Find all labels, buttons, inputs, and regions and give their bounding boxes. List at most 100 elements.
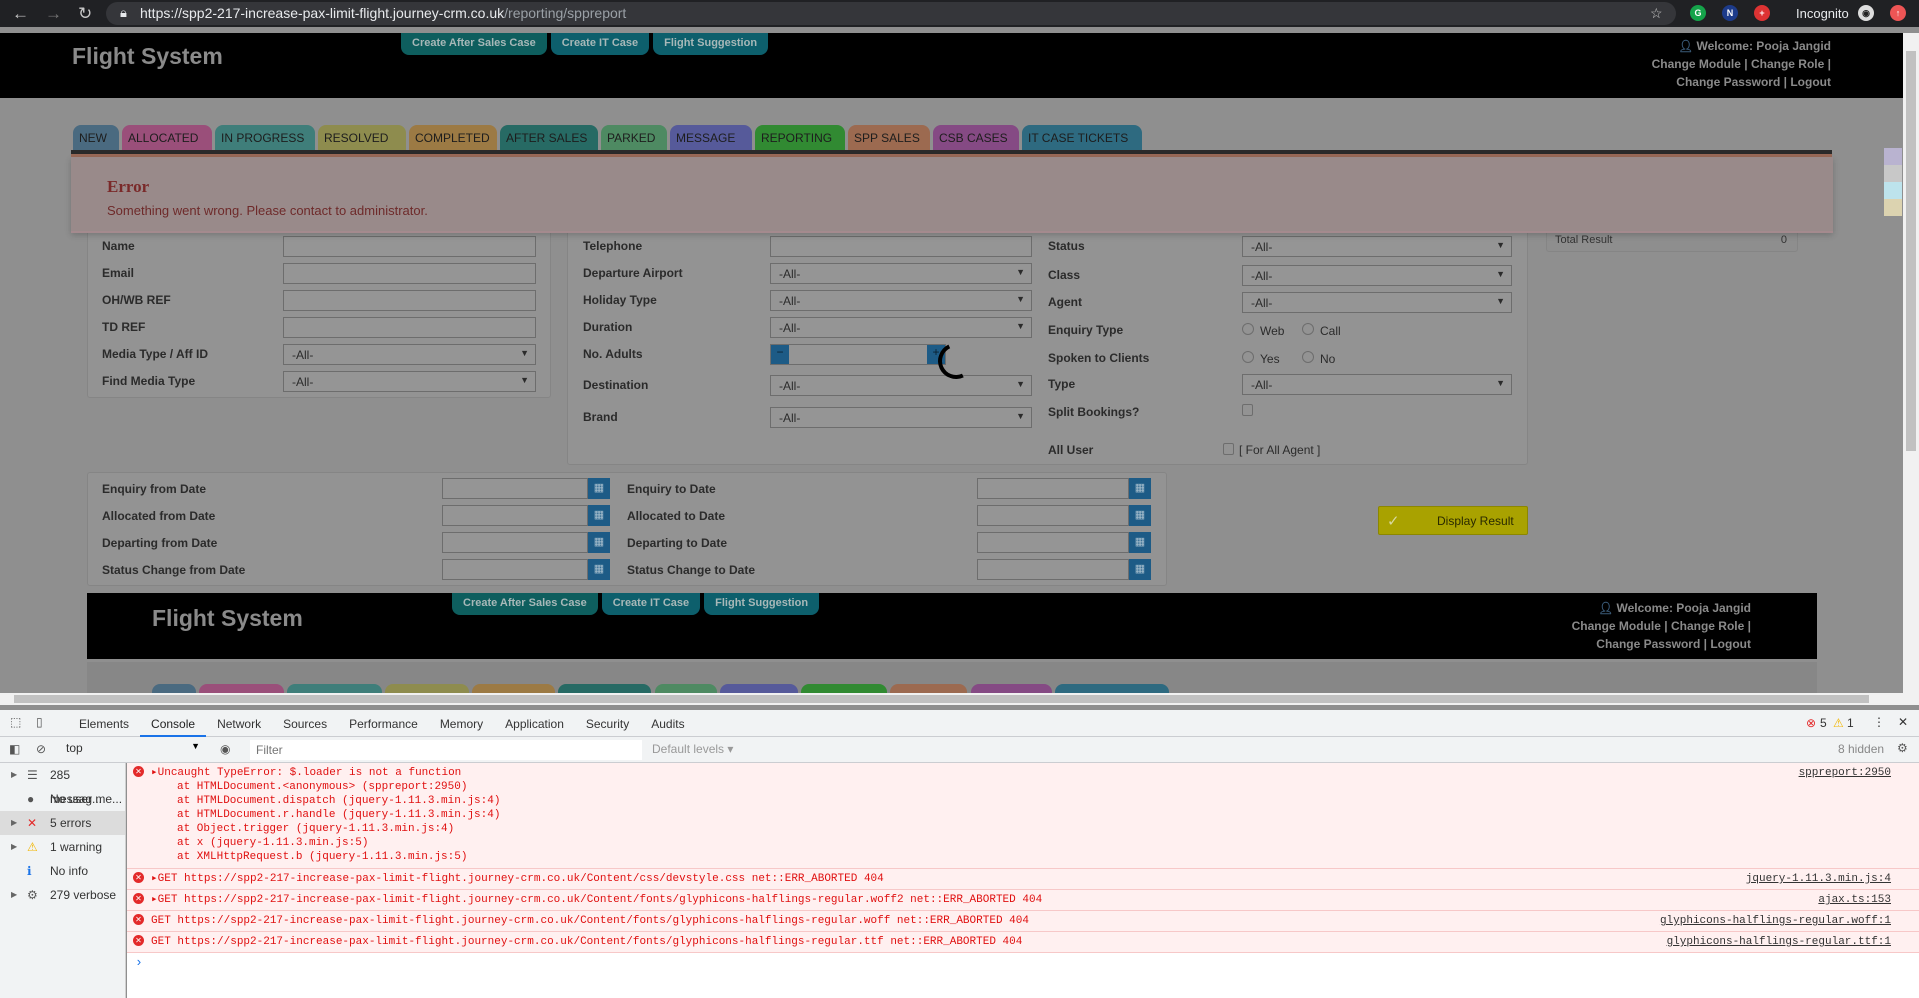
oh-wb-ref-input[interactable]: [283, 290, 536, 311]
change-module-link[interactable]: Change Module: [1652, 57, 1741, 71]
extension-side-widget[interactable]: [1884, 148, 1902, 216]
telephone-input[interactable]: [770, 236, 1032, 257]
url-text[interactable]: https://spp2-217-increase-pax-limit-flig…: [140, 5, 626, 21]
tab-message[interactable]: MESSAGE: [670, 125, 752, 151]
warning-count[interactable]: 1: [1847, 716, 1854, 730]
allocated-from-date-input[interactable]: [442, 505, 588, 526]
create-it-case-button[interactable]: Create IT Case: [550, 33, 650, 55]
eye-icon[interactable]: ◉: [220, 742, 230, 756]
grammarly-extension-icon[interactable]: G: [1690, 5, 1706, 21]
tab-it-case-tickets[interactable]: IT CASE TICKETS: [1022, 125, 1142, 151]
calendar-icon[interactable]: ▦: [1129, 505, 1151, 526]
departing-to-date-input[interactable]: [977, 532, 1129, 553]
calendar-icon[interactable]: ▦: [588, 559, 610, 580]
devtools-tab-sources[interactable]: Sources: [272, 710, 338, 737]
tab-allocated[interactable]: ALLOCATED: [122, 125, 212, 151]
inspect-icon[interactable]: ⬚: [10, 715, 21, 729]
stack-frame[interactable]: at HTMLDocument.r.handle (jquery-1.11.3.…: [151, 808, 1919, 822]
change-password-link[interactable]: Change Password: [1676, 75, 1780, 89]
console-filter-285-messag[interactable]: ▶ ☰ 285 messag...: [0, 763, 125, 806]
devtools-tab-performance[interactable]: Performance: [338, 710, 429, 737]
forward-icon[interactable]: →: [45, 4, 62, 24]
console-filter-5-errors[interactable]: ▶ ✕ 5 errors: [0, 811, 125, 835]
error-count-icon[interactable]: ⊗: [1806, 716, 1816, 730]
devtools-tab-network[interactable]: Network: [206, 710, 272, 737]
message-source-link[interactable]: ajax.ts:153: [1818, 893, 1891, 907]
message-source-link[interactable]: sppreport:2950: [1799, 766, 1891, 780]
device-toggle-icon[interactable]: ▯: [36, 715, 43, 729]
more-options-icon[interactable]: ⋮: [1873, 715, 1885, 729]
stack-frame[interactable]: at XMLHttpRequest.b (jquery-1.11.3.min.j…: [151, 850, 1919, 864]
back-icon[interactable]: ←: [12, 4, 29, 24]
duration-select[interactable]: -All- ▼: [770, 317, 1032, 338]
devtools-tab-memory[interactable]: Memory: [429, 710, 494, 737]
departing-from-date-input[interactable]: [442, 532, 588, 553]
tab-completed[interactable]: COMPLETED: [409, 125, 497, 151]
console-prompt[interactable]: ›: [127, 953, 1919, 972]
vertical-scrollbar[interactable]: [1903, 33, 1919, 705]
holiday-type-select[interactable]: -All- ▼: [770, 290, 1032, 311]
td-ref-input[interactable]: [283, 317, 536, 338]
message-text[interactable]: ▸GET https://spp2-217-increase-pax-limit…: [151, 872, 1919, 886]
message-source-link[interactable]: glyphicons-halflings-regular.woff:1: [1660, 914, 1891, 928]
stack-frame[interactable]: at Object.trigger (jquery-1.11.3.min.js:…: [151, 822, 1919, 836]
tab-reporting[interactable]: REPORTING: [755, 125, 845, 151]
no-adults-stepper[interactable]: − +: [770, 344, 946, 365]
enquiry-to-date-input[interactable]: [977, 478, 1129, 499]
spoken-to-clients-radio-no[interactable]: [1302, 351, 1314, 363]
console-filter-no-user-me[interactable]: ● No user me...: [0, 787, 125, 811]
find-media-type-select[interactable]: -All- ▼: [283, 371, 536, 392]
horizontal-scrollbar[interactable]: [0, 693, 1903, 705]
devtools-tab-elements[interactable]: Elements: [68, 710, 140, 737]
settings-gear-icon[interactable]: ⚙: [1897, 741, 1908, 755]
stack-frame[interactable]: at HTMLDocument.dispatch (jquery-1.11.3.…: [151, 794, 1919, 808]
devtools-tab-security[interactable]: Security: [575, 710, 640, 737]
status-select[interactable]: -All- ▼: [1242, 236, 1512, 257]
flight-suggestion-button[interactable]: Flight Suggestion: [653, 33, 769, 55]
status-change-from-date-input[interactable]: [442, 559, 588, 580]
devtools-tab-application[interactable]: Application: [494, 710, 575, 737]
brand-select[interactable]: -All- ▼: [770, 407, 1032, 428]
change-role-link[interactable]: Change Role: [1751, 57, 1824, 71]
calendar-icon[interactable]: ▦: [588, 532, 610, 553]
calendar-icon[interactable]: ▦: [588, 478, 610, 499]
tab-in-progress[interactable]: IN PROGRESS: [215, 125, 315, 151]
split-bookings-checkbox[interactable]: [1242, 404, 1253, 416]
tab-resolved[interactable]: RESOLVED: [318, 125, 406, 151]
logout-link[interactable]: Logout: [1790, 75, 1831, 89]
stack-frame[interactable]: at HTMLDocument.<anonymous> (sppreport:2…: [151, 780, 1919, 794]
console-filter-input[interactable]: [250, 740, 642, 760]
stack-frame[interactable]: at x (jquery-1.11.3.min.js:5): [151, 836, 1919, 850]
extension-icon[interactable]: +: [1754, 5, 1770, 21]
error-count[interactable]: 5: [1820, 716, 1827, 730]
decrement-button[interactable]: −: [771, 345, 789, 364]
change-password-link[interactable]: Change Password: [1596, 637, 1700, 651]
media-type-aff-id-select[interactable]: -All- ▼: [283, 344, 536, 365]
status-change-to-date-input[interactable]: [977, 559, 1129, 580]
change-module-link[interactable]: Change Module: [1572, 619, 1661, 633]
enquiry-type-radio-call[interactable]: [1302, 323, 1314, 335]
context-select[interactable]: top ▼: [66, 741, 200, 759]
all-user-checkbox[interactable]: [1223, 443, 1234, 455]
reload-icon[interactable]: ↻: [78, 4, 92, 24]
create-after-sales-case-button[interactable]: Create After Sales Case: [452, 593, 598, 615]
flight-suggestion-button[interactable]: Flight Suggestion: [704, 593, 820, 615]
message-text[interactable]: GET https://spp2-217-increase-pax-limit-…: [151, 935, 1919, 949]
message-text[interactable]: GET https://spp2-217-increase-pax-limit-…: [151, 914, 1919, 928]
console-filter-279-verbose[interactable]: ▶ ⚙ 279 verbose: [0, 883, 125, 907]
tab-new[interactable]: NEW: [73, 125, 119, 151]
logout-link[interactable]: Logout: [1710, 637, 1751, 651]
name-input[interactable]: [283, 236, 536, 257]
message-source-link[interactable]: jquery-1.11.3.min.js:4: [1746, 872, 1891, 886]
console-filter-no-info[interactable]: ℹ No info: [0, 859, 125, 883]
display-result-button[interactable]: ✓ Display Result: [1378, 506, 1528, 535]
log-levels-dropdown[interactable]: Default levels ▾: [652, 742, 733, 756]
calendar-icon[interactable]: ▦: [1129, 559, 1151, 580]
clear-console-icon[interactable]: ⊘: [36, 742, 46, 756]
sidebar-toggle-icon[interactable]: ◧: [9, 742, 20, 756]
spoken-to-clients-radio-yes[interactable]: [1242, 351, 1254, 363]
devtools-tab-audits[interactable]: Audits: [640, 710, 695, 737]
warning-count-icon[interactable]: ⚠: [1833, 716, 1844, 730]
message-text[interactable]: ▸Uncaught TypeError: $.loader is not a f…: [151, 766, 1919, 780]
devtools-tab-console[interactable]: Console: [140, 710, 207, 737]
